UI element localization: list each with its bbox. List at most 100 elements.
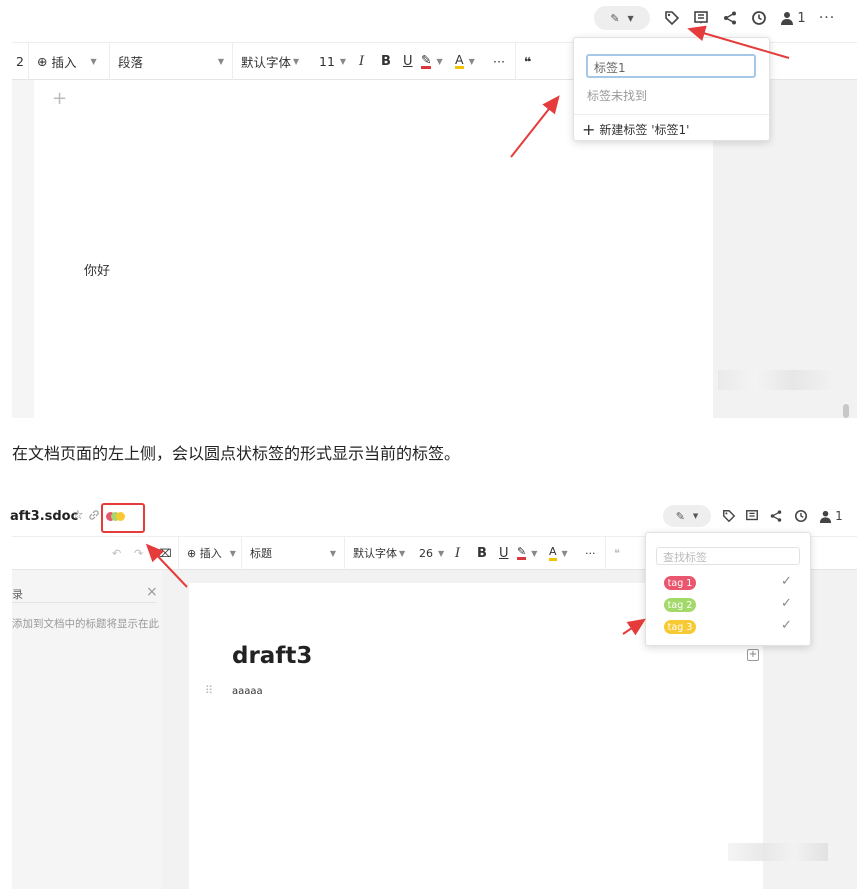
- user-icon: [820, 510, 832, 523]
- tag-pill[interactable]: tag 2: [664, 598, 696, 612]
- link-icon[interactable]: [88, 509, 100, 524]
- edit-mode-button[interactable]: ✎ ▼: [594, 6, 650, 30]
- underline-button[interactable]: U: [395, 43, 417, 79]
- italic-button[interactable]: I: [351, 43, 373, 79]
- underline-button[interactable]: U: [491, 537, 513, 569]
- watermark: [728, 843, 828, 861]
- insert-label: 插入: [51, 54, 77, 70]
- caption-text: 在文档页面的左上侧，会以圆点状标签的形式显示当前的标签。: [12, 444, 461, 463]
- watermark: [718, 370, 830, 390]
- font-family-select[interactable]: 默认字体 ▼: [345, 537, 411, 569]
- divider: [574, 114, 769, 115]
- heading-select[interactable]: 标题 ▼: [242, 537, 344, 569]
- font-color-label: A: [549, 545, 557, 561]
- drag-handle-icon[interactable]: ⠿: [205, 684, 213, 697]
- document-header: ✎ ▼ 1 ···: [0, 0, 857, 40]
- chevron-down-icon: ▼: [692, 512, 699, 520]
- font-size-select[interactable]: 11 ▼: [311, 43, 351, 79]
- outline-title: 录: [12, 588, 23, 601]
- more-options-icon[interactable]: ···: [815, 6, 839, 30]
- paragraph-label: 段落: [118, 54, 144, 70]
- collaborators-button[interactable]: 1: [816, 505, 846, 527]
- add-comment-icon[interactable]: +: [747, 649, 759, 661]
- insert-label: 插入: [199, 547, 222, 560]
- insert-menu[interactable]: ⊕ 插入 ▼: [179, 537, 241, 569]
- bold-button[interactable]: B: [373, 43, 395, 79]
- check-icon[interactable]: ✓: [781, 618, 792, 633]
- collaborators-count: 1: [835, 509, 843, 523]
- check-icon[interactable]: ✓: [781, 574, 792, 589]
- tag-input-value: 标签1: [594, 61, 626, 75]
- comment-icon[interactable]: [689, 6, 713, 30]
- pen-icon: ✎: [675, 509, 685, 523]
- tag-dropdown: 标签1 标签未找到 + 新建标签 '标签1': [573, 37, 770, 141]
- more-tools-button[interactable]: ···: [485, 43, 515, 79]
- toolbar-cut-char: 2: [16, 53, 24, 69]
- collaborators-count: 1: [797, 10, 806, 26]
- screenshot-tag-dots: aft3.sdoc ☆ ✎ ▼ 1 ↶ ↷ ⌫ ⊕ 插入 ▼ 标题 ▼ 默认字体…: [0, 498, 857, 889]
- font-size-value: 11: [319, 53, 335, 69]
- divider: [12, 602, 156, 603]
- check-icon[interactable]: ✓: [781, 596, 792, 611]
- highlight-color-button[interactable]: ✎ ▼: [513, 537, 545, 569]
- outline-panel: 录 × 添加到文档中的标题将显示在此: [12, 570, 162, 889]
- plus-circle-icon: ⊕: [37, 53, 48, 69]
- share-icon[interactable]: [765, 505, 787, 527]
- undo-icon[interactable]: ↶: [112, 537, 134, 569]
- tag-search-input[interactable]: 查找标签: [656, 547, 800, 565]
- star-icon[interactable]: ☆: [72, 508, 84, 523]
- chevron-down-icon: ▼: [627, 13, 634, 23]
- highlight-box: [101, 503, 145, 533]
- plus-icon: +: [582, 119, 596, 139]
- pen-icon: ✎: [610, 11, 620, 25]
- collaborators-button[interactable]: 1: [778, 6, 808, 30]
- font-color-button[interactable]: A ▼: [545, 537, 577, 569]
- share-icon[interactable]: [718, 6, 742, 30]
- create-tag-option[interactable]: + 新建标签 '标签1': [582, 119, 690, 139]
- font-label: 默认字体: [241, 54, 292, 70]
- tag-pill[interactable]: tag 3: [664, 620, 696, 634]
- font-color-button[interactable]: A ▼: [451, 43, 485, 79]
- close-icon[interactable]: ×: [146, 584, 158, 600]
- quote-button[interactable]: ❝: [516, 43, 546, 79]
- tag-icon[interactable]: [718, 505, 740, 527]
- font-size-value: 26: [419, 546, 433, 560]
- add-block-icon[interactable]: +: [52, 88, 67, 109]
- bold-button[interactable]: B: [469, 537, 491, 569]
- heading-label: 标题: [250, 547, 272, 560]
- tag-icon[interactable]: [660, 6, 684, 30]
- more-tools-button[interactable]: ···: [577, 537, 605, 569]
- plus-circle-icon: ⊕: [187, 546, 197, 560]
- body-text[interactable]: aaaaa: [232, 686, 263, 697]
- canvas-left-margin: [12, 80, 34, 418]
- scrollbar-thumb[interactable]: [843, 404, 849, 418]
- quote-button[interactable]: ❝: [606, 537, 630, 569]
- tag-pill[interactable]: tag 1: [664, 576, 696, 590]
- history-icon[interactable]: [790, 505, 812, 527]
- italic-button[interactable]: I: [447, 537, 469, 569]
- insert-menu[interactable]: ⊕ 插入 ▼: [29, 43, 109, 79]
- body-text[interactable]: 你好: [84, 260, 110, 279]
- history-icon[interactable]: [747, 6, 771, 30]
- document-title[interactable]: draft3: [232, 643, 312, 669]
- redo-icon[interactable]: ↷: [134, 537, 156, 569]
- eraser-icon[interactable]: ⌫: [156, 537, 178, 569]
- highlight-color-button[interactable]: ✎ ▼: [417, 43, 451, 79]
- font-color-label: A: [455, 52, 464, 69]
- paragraph-select[interactable]: 段落 ▼: [110, 43, 232, 79]
- highlighter-icon: ✎: [517, 545, 527, 560]
- font-label: 默认字体: [353, 547, 397, 560]
- create-tag-label: 新建标签 '标签1': [599, 122, 690, 137]
- tag-search-placeholder: 查找标签: [663, 551, 707, 564]
- tag-dropdown: 查找标签 tag 1 ✓ tag 2 ✓ tag 3 ✓: [645, 532, 811, 646]
- font-family-select[interactable]: 默认字体 ▼: [233, 43, 311, 79]
- edit-mode-button[interactable]: ✎ ▼: [663, 505, 711, 527]
- tag-input-field[interactable]: 标签1: [586, 54, 756, 78]
- comment-icon[interactable]: [741, 505, 763, 527]
- outline-hint: 添加到文档中的标题将显示在此: [12, 618, 159, 630]
- highlighter-icon: ✎: [421, 51, 432, 69]
- tag-not-found-text: 标签未找到: [587, 89, 648, 103]
- screenshot-tag-create: ✎ ▼ 1 ··· 2 ⊕ 插入 ▼ 段落 ▼ 默认字体 ▼ 11 ▼ I B …: [0, 0, 857, 418]
- font-size-select[interactable]: 26 ▼: [411, 537, 447, 569]
- user-icon: [781, 12, 794, 25]
